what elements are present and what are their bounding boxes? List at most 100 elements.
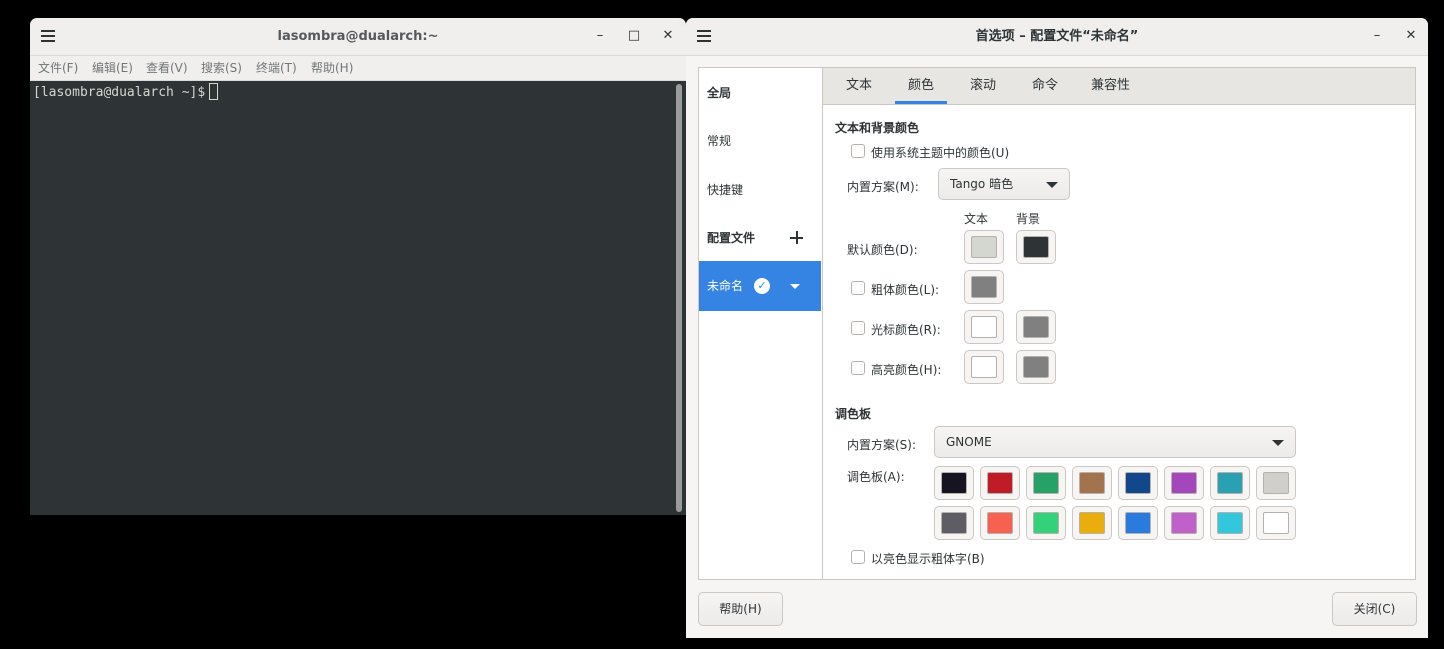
chevron-down-icon	[1046, 182, 1058, 188]
palette-label: 调色板(A):	[847, 470, 905, 484]
sidebar-item-global: 全局	[699, 68, 821, 118]
use-system-colors-checkbox[interactable]	[851, 144, 865, 158]
palette-color-button[interactable]	[1072, 466, 1112, 500]
color-swatch	[1079, 512, 1105, 534]
highlight-color-label: 高亮颜色(H):	[871, 363, 942, 377]
color-swatch	[1217, 512, 1243, 534]
cursor-color-checkbox[interactable]	[851, 321, 865, 335]
add-profile-icon[interactable]	[790, 231, 803, 244]
color-swatch	[1171, 472, 1197, 494]
palette-color-button[interactable]	[980, 506, 1020, 540]
palette-color-button[interactable]	[1256, 506, 1296, 540]
preferences-panel: 全局 常规 快捷键 配置文件 未命名 ✓ 文本 颜色 滚动 命令 兼容性 文本和…	[698, 67, 1416, 580]
preferences-title: 首选项 – 配置文件“未命名”	[975, 29, 1139, 44]
color-swatch	[941, 512, 967, 534]
highlight-color-checkbox[interactable]	[851, 361, 865, 375]
shell-prompt: [lasombra@dualarch ~]$	[33, 85, 206, 100]
sidebar-item-label: 全局	[707, 86, 732, 100]
color-swatch	[1125, 512, 1151, 534]
palette-color-button[interactable]	[1210, 506, 1250, 540]
terminal-window: lasombra@dualarch:~ – □ ✕ 文件(F) 编辑(E) 查看…	[30, 18, 686, 515]
palette-color-button[interactable]	[1118, 466, 1158, 500]
palette-color-button[interactable]	[1164, 506, 1204, 540]
palette-color-button[interactable]	[1118, 506, 1158, 540]
minimize-icon[interactable]: –	[1367, 26, 1387, 46]
sidebar-item-general[interactable]: 常规	[699, 116, 821, 166]
palette-scheme-dropdown[interactable]: GNOME	[934, 426, 1296, 458]
sidebar-item-profiles: 配置文件	[699, 213, 821, 263]
scrollbar-thumb[interactable]	[676, 84, 682, 512]
menu-search[interactable]: 搜索(S)	[201, 56, 242, 80]
text-bg-section-title: 文本和背景颜色	[835, 121, 920, 135]
cursor-bg-color-button[interactable]	[1016, 310, 1056, 344]
maximize-icon[interactable]: □	[624, 26, 644, 46]
terminal-menubar: 文件(F) 编辑(E) 查看(V) 搜索(S) 终端(T) 帮助(H)	[30, 56, 686, 81]
bold-bright-checkbox[interactable]	[851, 550, 865, 564]
bold-color-checkbox[interactable]	[851, 281, 865, 295]
menu-terminal[interactable]: 终端(T)	[256, 56, 297, 80]
palette-color-button[interactable]	[1256, 466, 1296, 500]
palette-color-button[interactable]	[1026, 466, 1066, 500]
close-button[interactable]: 关闭(C)	[1332, 592, 1417, 626]
color-swatch	[1263, 472, 1289, 494]
color-swatch	[1263, 512, 1289, 534]
highlight-text-color-button[interactable]	[964, 350, 1004, 384]
column-text-header: 文本	[964, 212, 989, 226]
palette-color-button[interactable]	[1026, 506, 1066, 540]
color-swatch	[1079, 472, 1105, 494]
default-text-color-button[interactable]	[964, 230, 1004, 264]
highlight-bg-color-button[interactable]	[1016, 350, 1056, 384]
minimize-icon[interactable]: –	[590, 26, 610, 46]
color-swatch	[1125, 472, 1151, 494]
tab-colors[interactable]: 颜色	[894, 68, 948, 104]
palette-color-button[interactable]	[934, 466, 974, 500]
terminal-prompt-line: [lasombra@dualarch ~]$	[33, 83, 219, 102]
use-system-colors-label: 使用系统主题中的颜色(U)	[871, 146, 1010, 160]
sidebar-item-profile-unnamed[interactable]: 未命名 ✓	[699, 261, 821, 311]
palette-color-button[interactable]	[934, 506, 974, 540]
bold-color-button[interactable]	[964, 270, 1004, 304]
chevron-down-icon	[1272, 440, 1284, 446]
color-swatch	[1023, 236, 1049, 258]
tab-command[interactable]: 命令	[1032, 68, 1058, 104]
palette-color-button[interactable]	[1164, 466, 1204, 500]
color-swatch	[1023, 316, 1049, 338]
column-bg-header: 背景	[1016, 212, 1041, 226]
color-swatch	[987, 512, 1013, 534]
color-swatch	[987, 472, 1013, 494]
default-profile-check-icon: ✓	[754, 278, 770, 294]
terminal-titlebar[interactable]: lasombra@dualarch:~ – □ ✕	[30, 18, 686, 56]
terminal-scrollbar[interactable]	[672, 81, 686, 515]
close-icon[interactable]: ✕	[658, 26, 678, 46]
profile-menu-chevron-down-icon[interactable]	[790, 284, 800, 289]
sidebar-item-shortcuts[interactable]: 快捷键	[699, 165, 821, 215]
sidebar-item-label: 常规	[707, 134, 732, 148]
palette-color-button[interactable]	[1072, 506, 1112, 540]
bold-color-label: 粗体颜色(L):	[871, 283, 940, 297]
menu-view[interactable]: 查看(V)	[146, 56, 188, 80]
menu-help[interactable]: 帮助(H)	[311, 56, 353, 80]
palette-section-title: 调色板	[835, 407, 872, 421]
builtin-scheme-dropdown[interactable]: Tango 暗色	[938, 168, 1070, 200]
palette-color-button[interactable]	[1210, 466, 1250, 500]
cursor-text-color-button[interactable]	[964, 310, 1004, 344]
preferences-titlebar[interactable]: 首选项 – 配置文件“未命名” – ✕	[686, 18, 1428, 56]
color-swatch	[971, 276, 997, 298]
menu-file[interactable]: 文件(F)	[38, 56, 78, 80]
tab-scrolling[interactable]: 滚动	[970, 68, 996, 104]
tab-text[interactable]: 文本	[846, 68, 872, 104]
color-swatch	[1033, 512, 1059, 534]
default-color-label: 默认颜色(D):	[847, 243, 918, 257]
terminal-content[interactable]: [lasombra@dualarch ~]$	[30, 81, 672, 515]
menu-edit[interactable]: 编辑(E)	[92, 56, 133, 80]
default-bg-color-button[interactable]	[1016, 230, 1056, 264]
help-button[interactable]: 帮助(H)	[698, 592, 783, 626]
profile-tabs: 文本 颜色 滚动 命令 兼容性	[823, 68, 1415, 105]
sidebar-item-label: 配置文件	[707, 231, 756, 245]
palette-color-button[interactable]	[980, 466, 1020, 500]
palette-builtin-label: 内置方案(S):	[847, 438, 917, 452]
tab-compatibility[interactable]: 兼容性	[1091, 68, 1130, 104]
terminal-title: lasombra@dualarch:~	[277, 29, 439, 44]
close-icon[interactable]: ✕	[1401, 26, 1421, 46]
color-swatch	[971, 356, 997, 378]
